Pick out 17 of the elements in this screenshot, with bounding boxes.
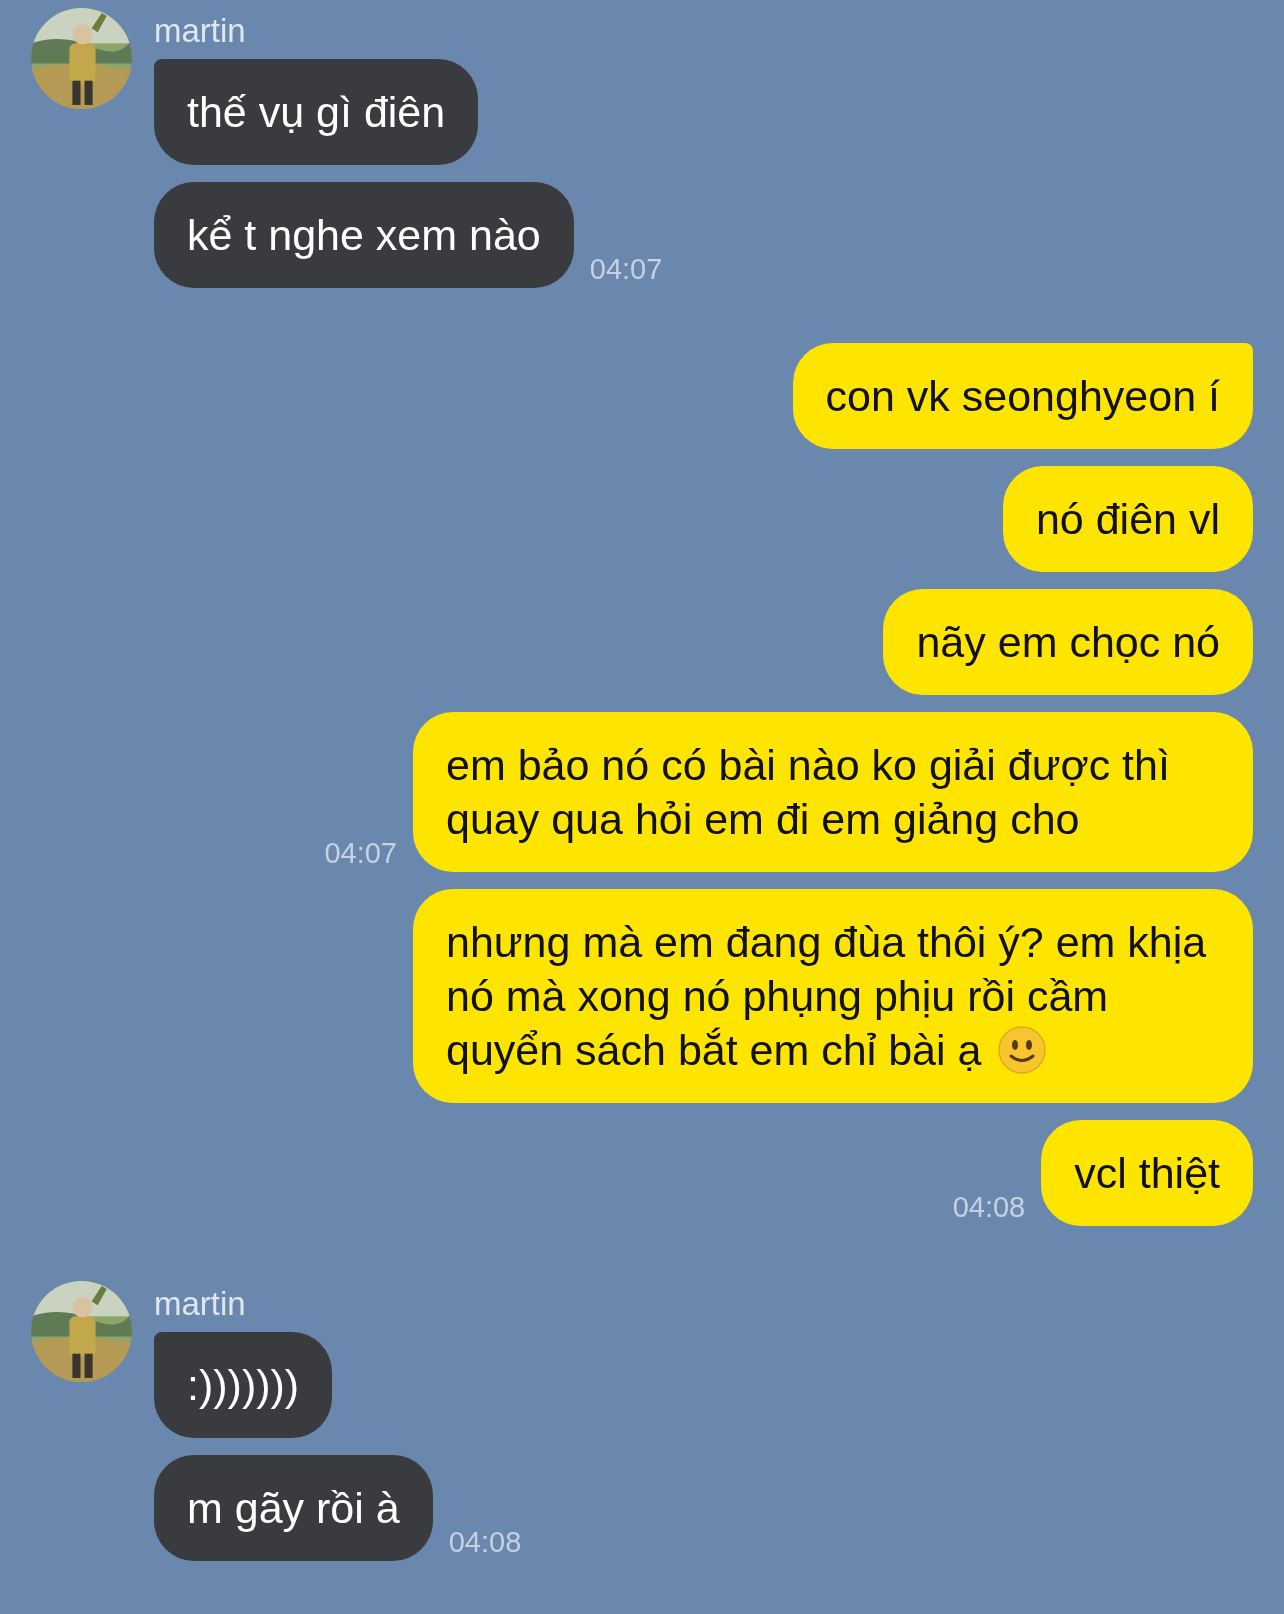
message-bubble: nãy em chọc nó [883, 589, 1253, 695]
message-time: 04:07 [589, 255, 663, 284]
smiley-icon [997, 1025, 1048, 1075]
message-bubble: nhưng mà em đang đùa thôi ý? em khịa nó mà xong nó phụng phịu rồi cầm quyển sách bắt em chỉ bài ạ [413, 889, 1253, 1103]
message-bubble: m gãy rồi à [154, 1455, 433, 1561]
sender-name: martin [154, 1287, 246, 1320]
message-bubble: :))))))) [154, 1332, 333, 1438]
message-bubble: con vk seonghyeon í [792, 343, 1253, 449]
message-bubble: nó điên vl [1002, 466, 1253, 572]
message-time: 04:08 [448, 1528, 522, 1557]
message-bubble: vcl thiệt [1041, 1120, 1253, 1226]
message-bubble: em bảo nó có bài nào ko giải được thì quay qua hỏi em đi em giảng cho [413, 712, 1253, 872]
message-bubble: thế vụ gì điên [154, 59, 479, 165]
message-time: 04:08 [952, 1193, 1026, 1222]
sender-name: martin [154, 14, 246, 47]
message-time: 04:07 [324, 839, 397, 868]
message-bubble: kể t nghe xem nào [154, 182, 574, 288]
